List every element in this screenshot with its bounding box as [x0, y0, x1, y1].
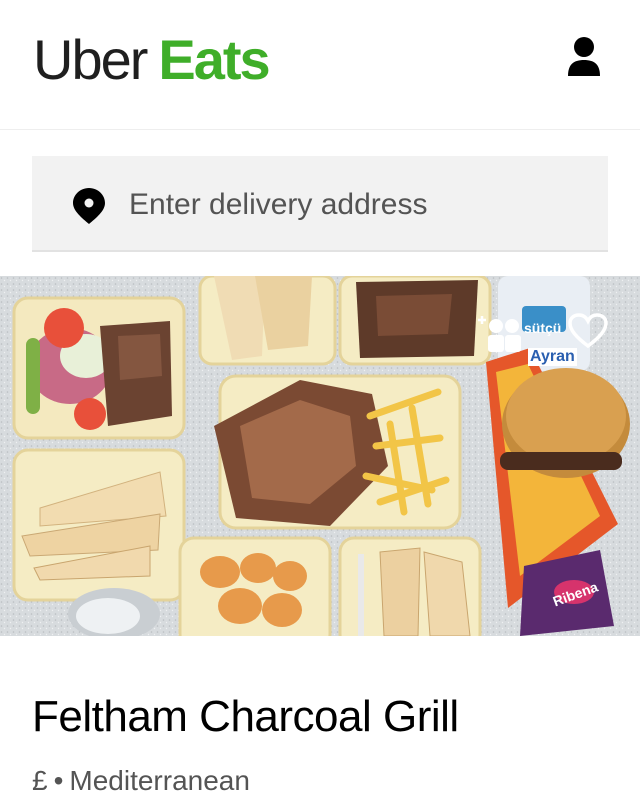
person-icon — [568, 37, 600, 76]
uber-eats-logo[interactable]: Uber Eats — [33, 28, 271, 92]
group-order-button[interactable] — [472, 314, 524, 354]
packaging-text-ayran: Ayran — [528, 348, 577, 366]
app-header: Uber Eats — [0, 0, 640, 130]
delivery-address-input[interactable]: Enter delivery address — [32, 156, 608, 252]
cuisine-type: Mediterranean — [69, 765, 250, 796]
location-pin-icon — [73, 188, 105, 224]
account-button[interactable] — [564, 36, 604, 80]
logo-uber-text: Uber — [33, 28, 148, 91]
meta-separator: • — [53, 765, 64, 796]
logo-eats-text: Eats — [158, 28, 270, 91]
restaurant-meta: £ • Mediterranean — [32, 764, 250, 798]
group-order-icon — [478, 316, 521, 352]
restaurant-name[interactable]: Feltham Charcoal Grill — [32, 690, 459, 744]
delivery-address-placeholder: Enter delivery address — [129, 188, 428, 221]
price-range: £ — [32, 765, 48, 796]
favorite-button[interactable] — [568, 313, 608, 349]
restaurant-hero-image[interactable]: sütçü Ayran Ribena — [0, 276, 640, 636]
heart-icon — [568, 313, 608, 349]
packaging-text-sutcu: sütçü — [524, 320, 562, 336]
